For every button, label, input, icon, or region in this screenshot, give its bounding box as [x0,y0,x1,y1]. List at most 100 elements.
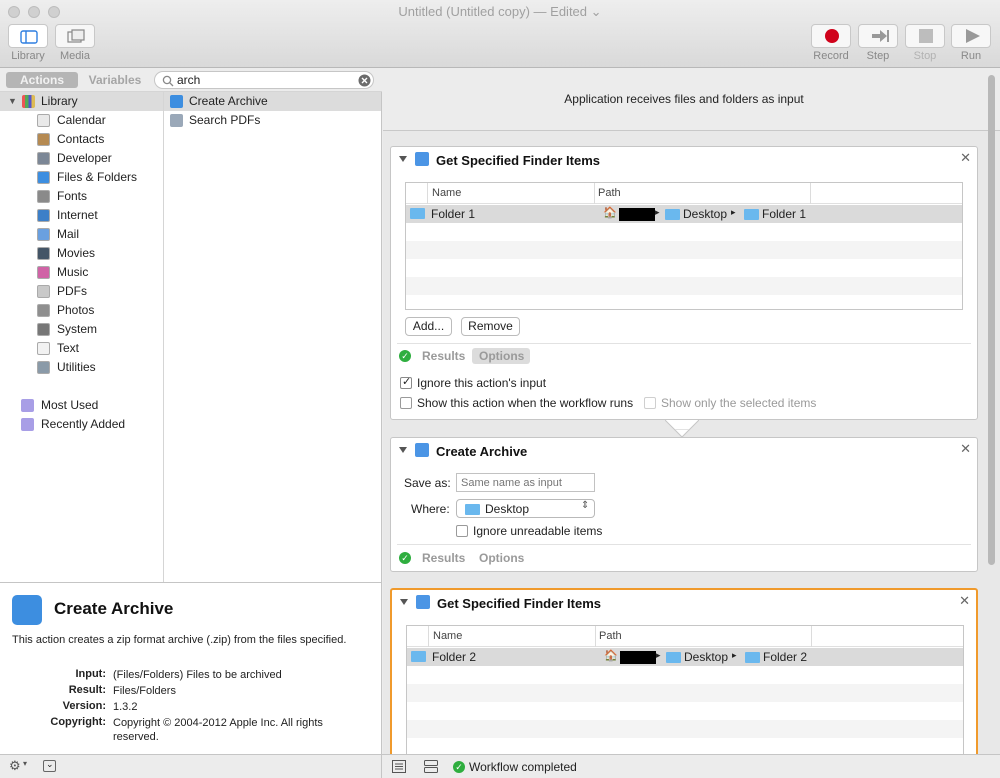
search-input[interactable] [177,73,347,87]
library-button[interactable] [8,24,48,48]
folder-icon [665,209,680,220]
library-root-item[interactable]: ▼ Library [0,92,163,111]
contacts-icon [37,133,50,146]
record-button[interactable] [811,24,851,48]
window-title[interactable]: Untitled (Untitled copy) — Edited ⌄ [0,4,1000,20]
add-button[interactable]: Add... [405,317,452,336]
close-icon[interactable]: ✕ [960,150,971,166]
connector-icon [665,420,699,438]
results-tab[interactable]: Results [422,349,465,363]
remove-button[interactable]: Remove [461,317,520,336]
column-name-header[interactable]: Name [433,630,462,642]
close-icon[interactable]: ✕ [960,441,971,457]
sidebar-item-fonts[interactable]: Fonts [0,187,163,206]
action-item-create-archive[interactable]: Create Archive [164,92,381,111]
where-select[interactable]: Desktop ⇕ [456,499,595,518]
sidebar-item-music[interactable]: Music [0,263,163,282]
show-action-checkbox[interactable] [400,397,412,409]
chevron-down-icon: ⌄ [590,4,602,19]
pdf-icon [37,285,50,298]
most-used-item[interactable]: Most Used [0,396,163,415]
tab-variables[interactable]: Variables [80,72,150,88]
recently-added-label: Recently Added [41,417,126,431]
result-value: Files/Folders [113,685,176,697]
sidebar-item-system[interactable]: System [0,320,163,339]
system-icon [37,323,50,336]
log-view-icon[interactable] [392,760,406,773]
home-icon: 🏠 [604,650,618,662]
ignore-unreadable-checkbox[interactable] [456,525,468,537]
folder-icon [465,504,480,515]
chevron-down-icon[interactable]: ▾ [23,759,27,768]
results-tab[interactable]: Results [422,551,465,565]
table-row[interactable]: Folder 2 🏠 ▸ Desktop ▸ Folder 2 [407,648,963,666]
action-card-create-archive[interactable]: Create Archive ✕ Save as: Where: Desktop… [390,437,978,572]
movies-icon [37,247,50,260]
stop-button[interactable] [905,24,945,48]
sidebar-item-contacts[interactable]: Contacts [0,130,163,149]
run-button[interactable] [951,24,991,48]
folder-icon [410,208,425,219]
media-button-label: Media [60,50,90,62]
step-button[interactable] [858,24,898,48]
gear-icon[interactable]: ⚙ [9,758,21,774]
options-tab[interactable]: Options [479,551,524,565]
show-selected-checkbox[interactable] [644,397,656,409]
search-icon [162,75,174,87]
table-row[interactable]: Folder 1 🏠 ▸ Desktop ▸ Folder 1 [406,205,962,223]
disclosure-triangle-icon[interactable] [399,156,407,162]
sidebar-item-pdfs[interactable]: PDFs [0,282,163,301]
action-card-get-finder-items-1[interactable]: Get Specified Finder Items ✕ Name Path F… [390,146,978,420]
description-text: This action creates a zip format archive… [12,634,347,646]
library-icon [22,95,35,108]
action-card-get-finder-items-2[interactable]: Get Specified Finder Items ✕ Name Path F… [390,588,978,754]
sidebar-item-movies[interactable]: Movies [0,244,163,263]
column-path-header[interactable]: Path [599,630,622,642]
sidebar-item-utilities[interactable]: Utilities [0,358,163,377]
home-icon: 🏠 [603,207,617,219]
sidebar-item-internet[interactable]: Internet [0,206,163,225]
close-icon[interactable]: ✕ [959,593,970,609]
sidebar-item-files-folders[interactable]: Files & Folders [0,168,163,187]
column-name-header[interactable]: Name [432,187,461,199]
checkmark-icon: ✓ [453,761,465,773]
action-item-search-pdfs[interactable]: Search PDFs [164,111,381,130]
recently-added-item[interactable]: Recently Added [0,415,163,434]
text-icon [37,342,50,355]
disclosure-triangle-icon[interactable] [400,599,408,605]
sidebar-item-calendar[interactable]: Calendar [0,111,163,130]
save-as-input[interactable] [456,473,595,492]
tab-actions[interactable]: Actions [6,72,78,88]
fonts-icon [37,190,50,203]
sidebar-item-label: Files & Folders [57,170,138,184]
clear-search-icon[interactable] [358,74,371,87]
variables-view-icon[interactable] [424,760,438,773]
ignore-input-label: Ignore this action's input [417,376,547,390]
path-separator-icon: ▸ [656,650,661,660]
show-description-icon[interactable]: ⌄ [43,759,56,772]
music-icon [37,266,50,279]
disclosure-triangle-icon[interactable] [399,447,407,453]
path-segment-folder: Folder 2 [763,650,808,664]
finder-icon [415,152,429,166]
record-icon [825,29,839,43]
workflow-scrollbar[interactable] [988,75,995,565]
sidebar-item-text[interactable]: Text [0,339,163,358]
disclosure-triangle-icon[interactable]: ▼ [8,92,17,111]
sidebar-item-photos[interactable]: Photos [0,301,163,320]
options-tab[interactable]: Options [479,349,524,363]
sidebar-item-label: Developer [57,151,112,165]
media-button[interactable] [55,24,95,48]
path-separator-icon: ▸ [731,207,736,217]
smart-folder-icon [21,399,34,412]
sidebar-item-label: Photos [57,303,95,317]
table-header: Name Path [407,626,963,647]
sidebar-item-developer[interactable]: Developer [0,149,163,168]
internet-icon [37,209,50,222]
version-value: 1.3.2 [113,701,138,713]
column-path-header[interactable]: Path [598,187,621,199]
ignore-input-checkbox[interactable] [400,375,412,389]
sidebar-item-mail[interactable]: Mail [0,225,163,244]
finder-icon [12,595,42,625]
search-field[interactable] [154,71,374,89]
